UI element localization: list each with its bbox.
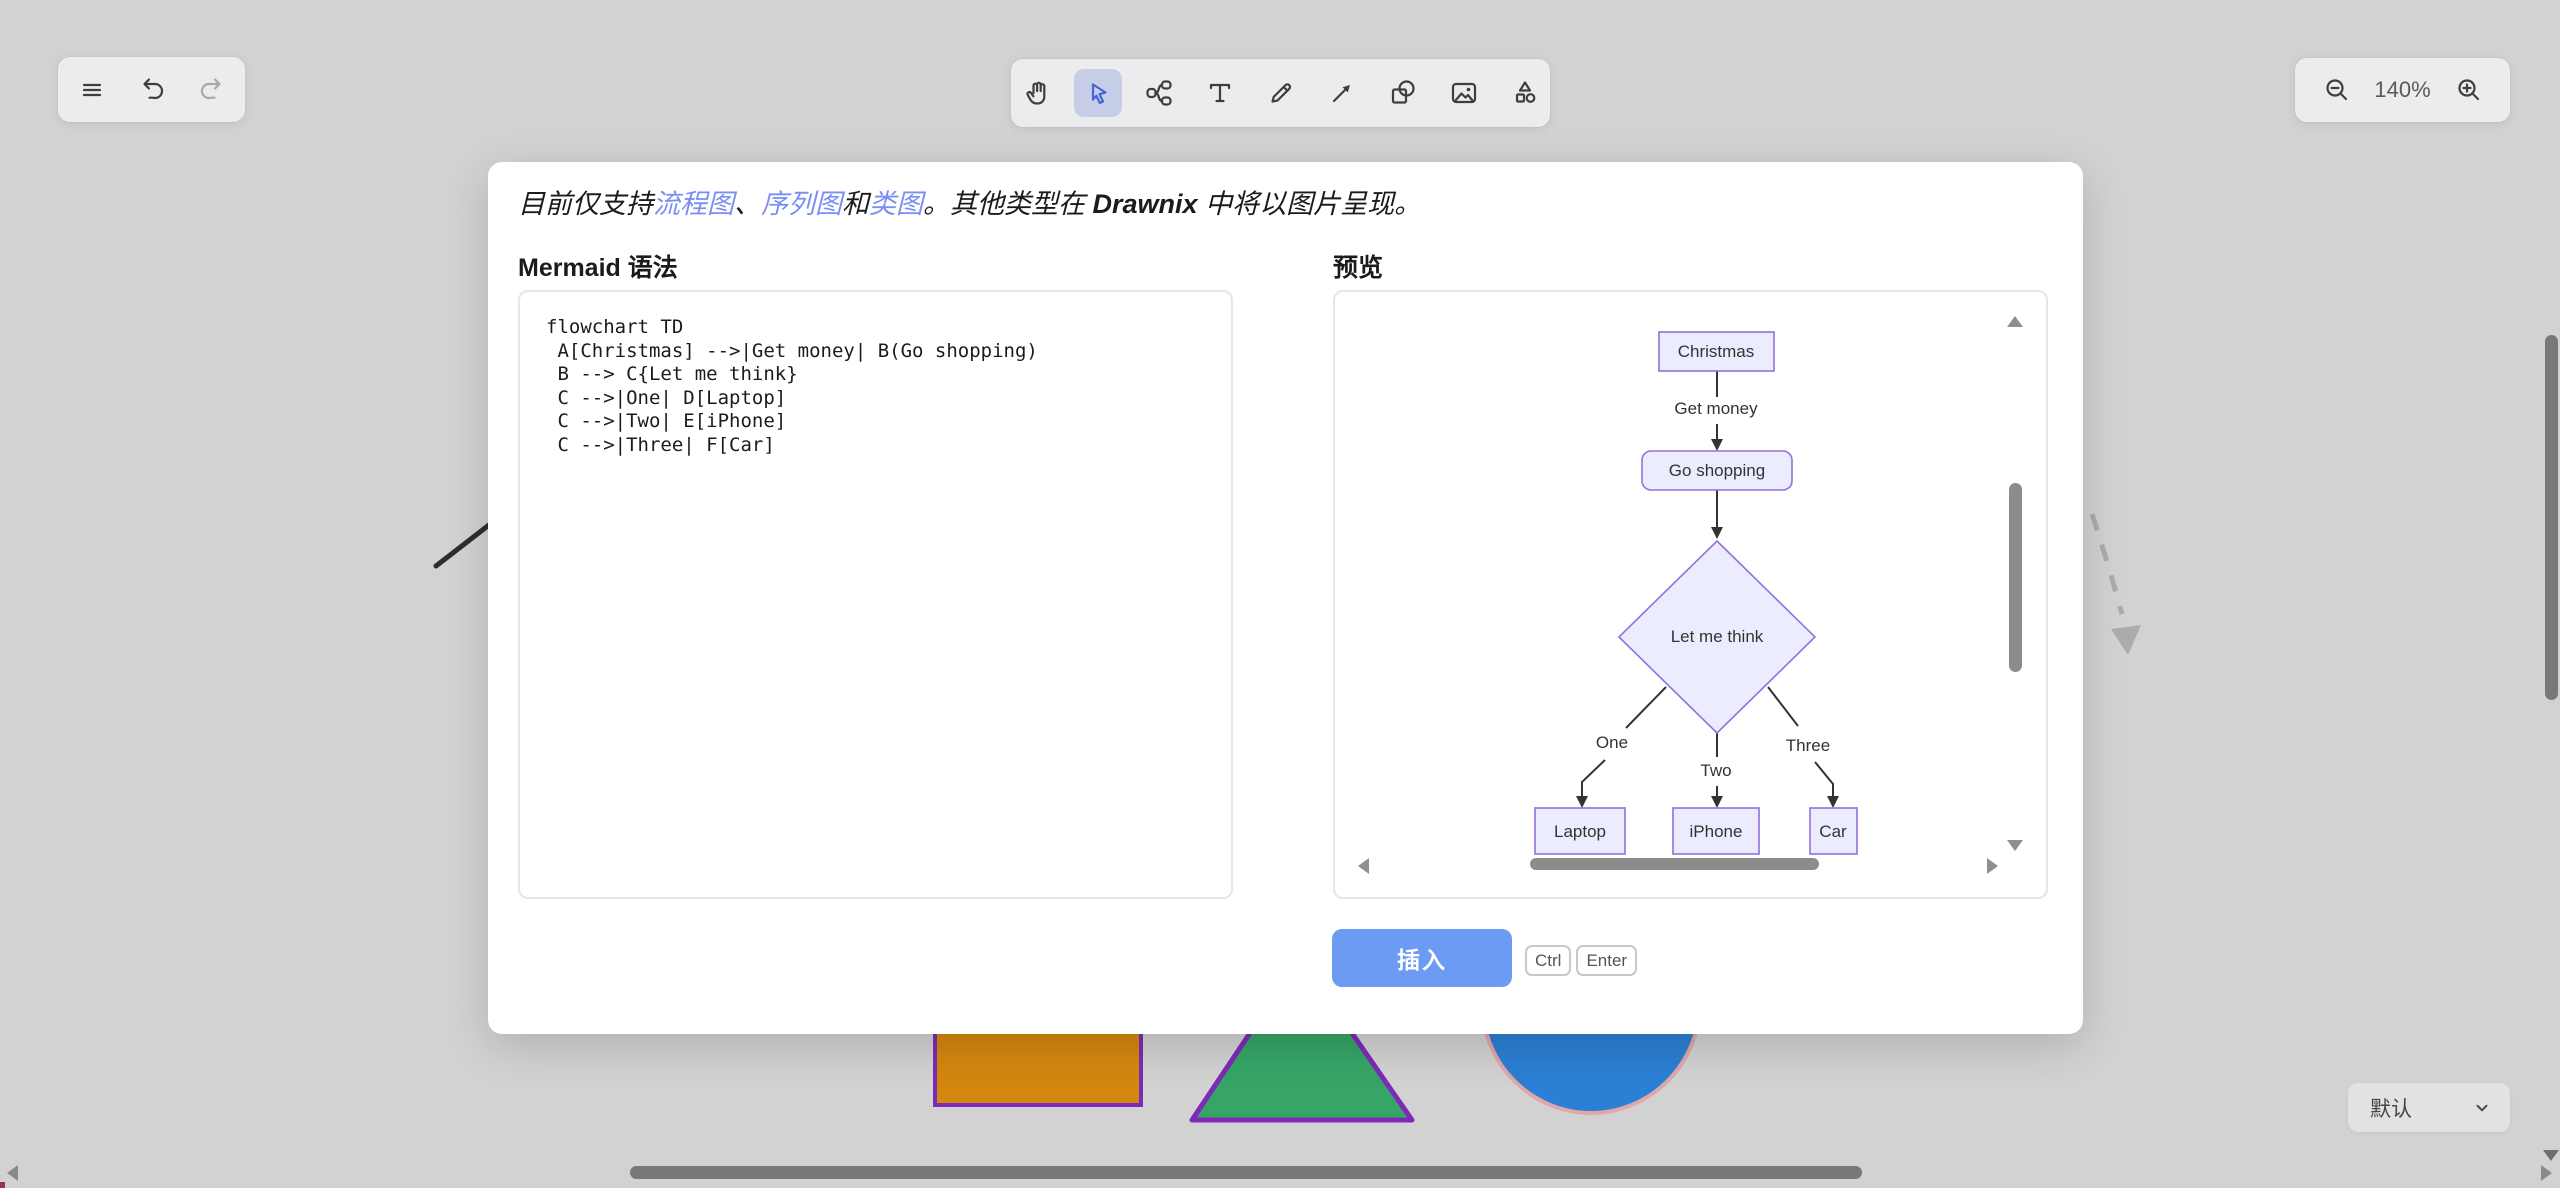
edge-label-three: Three xyxy=(1786,736,1830,755)
mind-tool-button[interactable] xyxy=(1135,69,1183,117)
page-scroll-right-arrow[interactable] xyxy=(2541,1165,2552,1181)
mermaid-syntax-heading: Mermaid 语法 xyxy=(518,248,678,284)
redo-button[interactable] xyxy=(190,68,234,112)
hand-tool-button[interactable] xyxy=(1013,69,1061,117)
mermaid-code-text[interactable]: flowchart TD A[Christmas] -->|Get money|… xyxy=(520,292,1231,481)
extra-shapes-tool-button[interactable] xyxy=(1501,69,1549,117)
node-label-laptop: Laptop xyxy=(1554,822,1606,841)
edge-label-one: One xyxy=(1596,733,1628,752)
node-label-iphone: iPhone xyxy=(1690,822,1743,841)
insert-button[interactable]: 插入 xyxy=(1332,929,1512,987)
page-scroll-left-arrow[interactable] xyxy=(7,1165,18,1181)
style-dropdown-value: 默认 xyxy=(2370,1093,2412,1123)
sequence-diagram-link[interactable]: 序列图 xyxy=(761,189,842,219)
preview-heading: 预览 xyxy=(1333,248,1383,284)
undo-button[interactable] xyxy=(130,68,174,112)
shape-library-icon xyxy=(1509,77,1541,109)
preview-scroll-down-arrow[interactable] xyxy=(2007,840,2023,851)
shortcut-hint: Ctrl Enter xyxy=(1525,945,1637,976)
flowchart-svg: Get money One Two Three xyxy=(1345,302,2035,877)
mermaid-code-editor[interactable]: flowchart TD A[Christmas] -->|Get money|… xyxy=(518,290,1233,899)
canvas-corner-artifact xyxy=(0,1182,5,1188)
zoom-out-icon xyxy=(2321,74,2353,106)
image-tool-button[interactable] xyxy=(1440,69,1488,117)
selection-tool-button[interactable] xyxy=(1074,69,1122,117)
notice-text: 目前仅支持 xyxy=(518,189,653,219)
mermaid-to-drawnix-dialog: 目前仅支持流程图、序列图和类图。其他类型在 Drawnix 中将以图片呈现。 M… xyxy=(488,162,2083,1034)
cursor-icon xyxy=(1082,77,1114,109)
pen-tool-button[interactable] xyxy=(1257,69,1305,117)
edge-label-get-money: Get money xyxy=(1674,399,1758,418)
page-horizontal-scrollbar-thumb[interactable] xyxy=(630,1166,1862,1179)
preview-horizontal-scrollbar-thumb[interactable] xyxy=(1530,858,1819,870)
creation-toolbar xyxy=(1011,59,1550,127)
node-label-christmas: Christmas xyxy=(1678,342,1755,361)
class-diagram-link[interactable]: 类图 xyxy=(869,189,923,219)
ctrl-key-badge: Ctrl xyxy=(1525,945,1571,976)
node-label-go-shopping: Go shopping xyxy=(1669,461,1765,480)
menu-button[interactable] xyxy=(70,68,114,112)
text-tool-button[interactable] xyxy=(1196,69,1244,117)
text-icon xyxy=(1204,77,1236,109)
page-vertical-scrollbar-thumb[interactable] xyxy=(2545,335,2558,700)
undo-icon xyxy=(136,74,168,106)
dashed-arrow-shape[interactable] xyxy=(2092,514,2122,614)
pencil-icon xyxy=(1265,77,1297,109)
drawnix-app: 140% 目前仅支持流程图、序列图和类图。其他类型在 Drawnix 中将以图片… xyxy=(0,0,2560,1188)
zoom-level-label[interactable]: 140% xyxy=(2360,77,2446,103)
page-scroll-down-arrow[interactable] xyxy=(2543,1150,2559,1161)
zoom-toolbar: 140% xyxy=(2295,58,2510,122)
shapes-icon xyxy=(1387,77,1419,109)
zoom-in-button[interactable] xyxy=(2448,69,2490,111)
shape-tool-button[interactable] xyxy=(1379,69,1427,117)
app-menu-toolbar xyxy=(58,57,245,122)
preview-scroll-right-arrow[interactable] xyxy=(1987,858,1998,874)
node-label-let-me-think: Let me think xyxy=(1671,627,1764,646)
brand-name: Drawnix xyxy=(1093,189,1198,219)
arrow-tool-button[interactable] xyxy=(1318,69,1366,117)
node-label-car: Car xyxy=(1819,822,1847,841)
preview-scroll-left-arrow[interactable] xyxy=(1358,858,1369,874)
hand-icon xyxy=(1021,77,1053,109)
hamburger-icon xyxy=(76,74,108,106)
preview-scroll-up-arrow[interactable] xyxy=(2007,316,2023,327)
chevron-down-icon xyxy=(2470,1096,2494,1120)
enter-key-badge: Enter xyxy=(1576,945,1637,976)
zoom-out-button[interactable] xyxy=(2316,69,2358,111)
dashed-arrow-head xyxy=(2111,625,2141,655)
zoom-in-icon xyxy=(2453,74,2485,106)
dialog-notice: 目前仅支持流程图、序列图和类图。其他类型在 Drawnix 中将以图片呈现。 xyxy=(518,184,1421,224)
edge-label-two: Two xyxy=(1700,761,1731,780)
image-icon xyxy=(1448,77,1480,109)
redo-icon xyxy=(196,74,228,106)
style-dropdown[interactable]: 默认 xyxy=(2348,1083,2510,1132)
flowchart-link[interactable]: 流程图 xyxy=(653,189,734,219)
flowchart-preview: Get money One Two Three xyxy=(1333,290,2048,899)
mind-map-icon xyxy=(1143,77,1175,109)
preview-vertical-scrollbar-thumb[interactable] xyxy=(2009,483,2022,672)
arrow-icon xyxy=(1326,77,1358,109)
